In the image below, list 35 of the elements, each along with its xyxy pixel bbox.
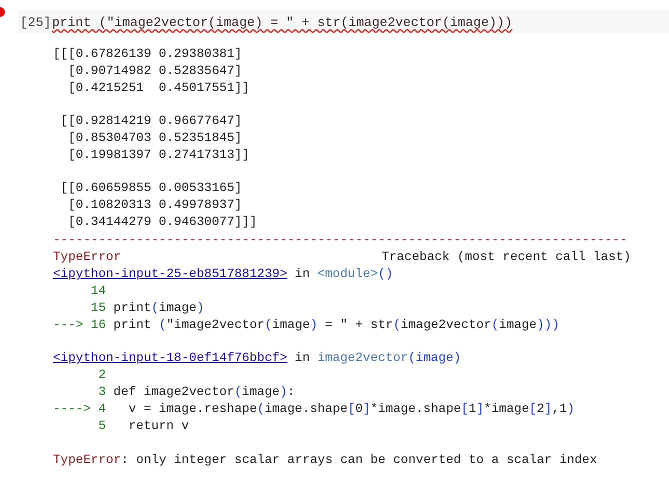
source-line: def image2vector(image):	[113, 384, 295, 401]
in-text: in	[294, 266, 310, 283]
cell-prompt: [25]	[19, 14, 52, 31]
scope-name: <module>	[317, 266, 378, 283]
code-cell[interactable]: print ("image2vector(image) = " + str(image2vector(image)))	[52, 10, 669, 34]
file-link[interactable]: <ipython-input-18-0ef14f76bbcf>	[53, 350, 288, 367]
output-line: [0.19981397 0.27417313]]	[67, 147, 250, 164]
line-number: 3	[97, 384, 106, 401]
line-number: 14	[90, 283, 106, 300]
current-line-marker: ----> 4	[53, 401, 106, 418]
line-number: 2	[97, 367, 106, 384]
output-line: [0.90714982 0.52835647]	[67, 63, 243, 80]
output-line: [0.10820313 0.49978937]	[67, 197, 243, 214]
output-line: [0.4215251 0.45017551]]	[67, 80, 250, 97]
output-line: [[0.92814219 0.96677647]	[60, 113, 243, 130]
output-line: [0.34144279 0.94630077]]]	[67, 214, 258, 231]
output-line: [0.85304703 0.52351845]	[67, 130, 243, 147]
file-link[interactable]: <ipython-input-25-eb8517881239>	[53, 266, 288, 283]
source-line: v = image.reshape(image.shape[0]*image.shape[1]*image[2],1)	[128, 401, 575, 418]
traceback-title: Traceback (most recent call last)	[382, 249, 631, 266]
error-name: TypeError	[53, 249, 122, 266]
line-number: 15	[90, 300, 106, 317]
output-line: [[[0.67826139 0.29380381]	[53, 46, 243, 63]
source-line: print ("image2vector(image) = " + str(image2vector(image)))	[113, 317, 560, 334]
current-line-marker: ---> 16	[53, 317, 106, 334]
scope-args: ()	[378, 266, 394, 283]
separator-line: ----------------------------------------------------------------------------	[53, 232, 628, 249]
error-message: TypeError: only integer scalar arrays can be converted to a scalar index	[53, 452, 598, 469]
output-line: [[0.60659855 0.00533165]	[60, 180, 243, 197]
source-line: print(image)	[113, 300, 204, 317]
line-number: 5	[97, 418, 106, 435]
in-text: in	[294, 350, 310, 367]
scope-args: (image)	[408, 350, 462, 367]
source-line: return v	[128, 418, 189, 435]
scope-name: image2vector	[317, 350, 408, 367]
